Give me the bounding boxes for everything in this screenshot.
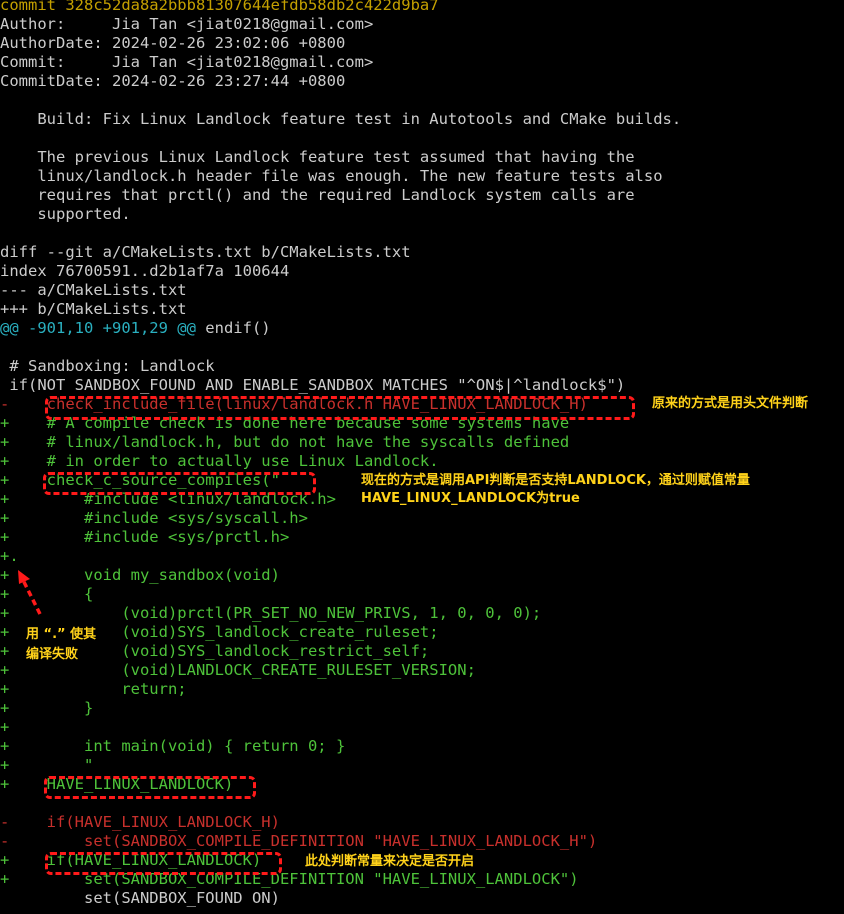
terminal-line: AuthorDate: 2024-02-26 23:02:06 +0800	[0, 34, 345, 53]
terminal-line-text: + return;	[0, 680, 187, 698]
terminal-line-text: --- a/CMakeLists.txt	[0, 281, 187, 299]
terminal-line-text: Commit: Jia Tan <jiat0218@gmail.com>	[0, 53, 374, 71]
highlight-box-old-include-check	[45, 396, 635, 420]
terminal-line: if(NOT SANDBOX_FOUND AND ENABLE_SANDBOX …	[0, 376, 625, 395]
terminal-line: + # in order to actually use Linux Landl…	[0, 452, 439, 471]
terminal-output: commit 328c52da8a2bbb81307644efdb58db2c4…	[0, 0, 844, 914]
terminal-line-text: supported.	[0, 205, 131, 223]
terminal-line-text: - if(HAVE_LINUX_LANDLOCK_H)	[0, 813, 280, 831]
note-new-method-1: 现在的方式是调用API判断是否支持LANDLOCK，通过则赋值常量	[361, 473, 750, 488]
terminal-line-text: # Sandboxing: Landlock	[0, 357, 215, 375]
terminal-line: - set(SANDBOX_COMPILE_DEFINITION "HAVE_L…	[0, 832, 597, 851]
terminal-line: CommitDate: 2024-02-26 23:27:44 +0800	[0, 72, 345, 91]
terminal-line: + "	[0, 756, 93, 775]
terminal-line-text: commit 328c52da8a2bbb81307644efdb58db2c4…	[0, 0, 439, 14]
terminal-line: + }	[0, 699, 93, 718]
terminal-line: + # linux/landlock.h, but do not have th…	[0, 433, 569, 452]
terminal-line-text: +++ b/CMakeLists.txt	[0, 300, 187, 318]
terminal-line-text: Build: Fix Linux Landlock feature test i…	[0, 110, 682, 128]
terminal-line-text: @@ -901,10 +901,29 @@	[0, 319, 196, 337]
terminal-line: Commit: Jia Tan <jiat0218@gmail.com>	[0, 53, 373, 72]
terminal-line: linux/landlock.h header file was enough.…	[0, 167, 663, 186]
terminal-line-text: Author: Jia Tan <jiat0218@gmail.com>	[0, 15, 374, 33]
terminal-line: +++ b/CMakeLists.txt	[0, 300, 187, 319]
terminal-line-text: CommitDate: 2024-02-26 23:27:44 +0800	[0, 72, 346, 90]
note-dot-2: 编译失败	[26, 647, 79, 662]
highlight-box-compile-check	[43, 472, 316, 495]
terminal-line: Build: Fix Linux Landlock feature test i…	[0, 110, 681, 129]
terminal-line: Author: Jia Tan <jiat0218@gmail.com>	[0, 15, 373, 34]
highlight-box-if-have-landlock	[45, 852, 282, 875]
terminal-line-text: + int main(void) { return 0; }	[0, 737, 346, 755]
terminal-line-text: index 76700591..d2b1af7a 100644	[0, 262, 290, 280]
terminal-line: + (void)prctl(PR_SET_NO_NEW_PRIVS, 1, 0,…	[0, 604, 541, 623]
terminal-line: @@ -901,10 +901,29 @@ endif()	[0, 319, 271, 338]
terminal-line: index 76700591..d2b1af7a 100644	[0, 262, 289, 281]
terminal-line-text: + #include <sys/syscall.h>	[0, 509, 308, 527]
terminal-line: - if(HAVE_LINUX_LANDLOCK_H)	[0, 813, 280, 832]
terminal-line: --- a/CMakeLists.txt	[0, 281, 187, 300]
note-old-method: 原来的方式是用头文件判断	[652, 396, 809, 411]
terminal-line-rest: endif()	[195, 319, 271, 337]
terminal-line: + #include <sys/syscall.h>	[0, 509, 308, 528]
arrow-icon	[18, 570, 42, 615]
note-dot-1: 用 “.” 使其	[26, 627, 97, 642]
terminal-line: # Sandboxing: Landlock	[0, 357, 215, 376]
terminal-line: +.	[0, 547, 19, 566]
note-new-method-2: HAVE_LINUX_LANDLOCK为true	[361, 491, 580, 506]
terminal-line-text: + # linux/landlock.h, but do not have th…	[0, 433, 570, 451]
terminal-line: + #include <sys/prctl.h>	[0, 528, 289, 547]
terminal-line: The previous Linux Landlock feature test…	[0, 148, 635, 167]
terminal-line-text: if(NOT SANDBOX_FOUND AND ENABLE_SANDBOX …	[0, 376, 626, 394]
terminal-line: diff --git a/CMakeLists.txt b/CMakeLists…	[0, 243, 411, 262]
terminal-line-text: + (void)prctl(PR_SET_NO_NEW_PRIVS, 1, 0,…	[0, 604, 542, 622]
terminal-line: requires that prctl() and the required L…	[0, 186, 635, 205]
terminal-line-text: The previous Linux Landlock feature test…	[0, 148, 635, 166]
terminal-line-text: + "	[0, 756, 94, 774]
terminal-line-text: +.	[0, 547, 19, 565]
terminal-line-text: + # in order to actually use Linux Landl…	[0, 452, 439, 470]
highlight-box-have-landlock	[44, 776, 256, 799]
terminal-line-text: requires that prctl() and the required L…	[0, 186, 635, 204]
terminal-line: supported.	[0, 205, 131, 224]
terminal-line: set(SANDBOX_FOUND ON)	[0, 889, 280, 908]
terminal-line-text: + #include <sys/prctl.h>	[0, 528, 290, 546]
terminal-line: commit 328c52da8a2bbb81307644efdb58db2c4…	[0, 0, 439, 15]
note-decide: 此处判断常量来决定是否开启	[305, 854, 475, 869]
terminal-line: + int main(void) { return 0; }	[0, 737, 345, 756]
terminal-line-text: - set(SANDBOX_COMPILE_DEFINITION "HAVE_L…	[0, 832, 598, 850]
terminal-line-text: + }	[0, 699, 94, 717]
terminal-line: +	[0, 718, 9, 737]
terminal-line-text: linux/landlock.h header file was enough.…	[0, 167, 663, 185]
terminal-line-text: set(SANDBOX_FOUND ON)	[0, 889, 280, 907]
terminal-line-text: AuthorDate: 2024-02-26 23:02:06 +0800	[0, 34, 346, 52]
terminal-line-text: +	[0, 718, 10, 736]
terminal-line-text: diff --git a/CMakeLists.txt b/CMakeLists…	[0, 243, 411, 261]
terminal-line: + return;	[0, 680, 187, 699]
